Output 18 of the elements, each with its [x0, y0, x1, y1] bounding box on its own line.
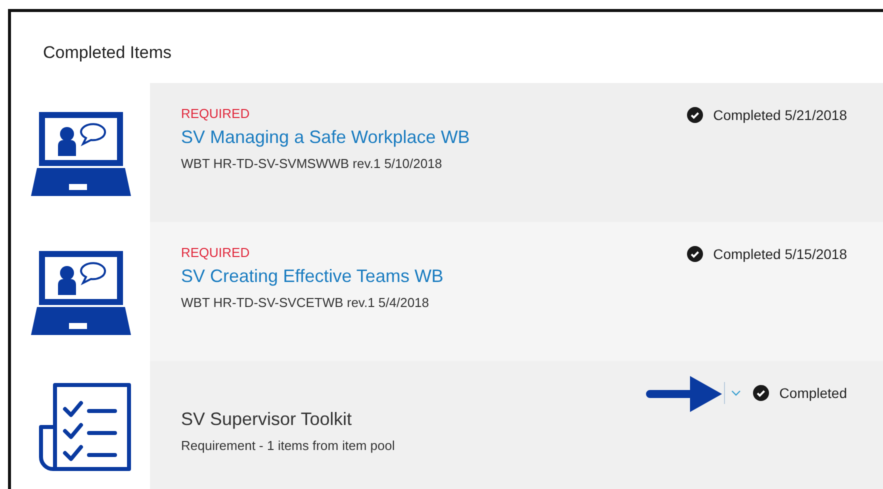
course-details: WBT HR-TD-SV-SVCETWB rev.1 5/4/2018 [181, 295, 430, 310]
completion-status: Completed 5/15/2018 [713, 246, 847, 262]
course-details: Requirement - 1 items from item pool [181, 438, 396, 452]
check-circle-icon [753, 385, 770, 401]
check-circle-icon [687, 107, 704, 123]
course-details: WBT HR-TD-SV-SVMSWWB rev.1 5/10/2018 [181, 156, 444, 171]
completion-status: Completed 5/21/2018 [713, 107, 847, 123]
course-title-link[interactable]: SV Creating Effective Teams WB [181, 266, 688, 287]
laptop-icon [30, 248, 130, 334]
course-title: SV Supervisor Toolkit [181, 408, 353, 430]
check-circle-icon [687, 246, 704, 262]
chevron-down-icon [731, 390, 742, 396]
course-title-link[interactable]: SV Managing a Safe Workplace WB [181, 127, 688, 148]
required-label: REQUIRED [181, 245, 251, 260]
laptop-icon [30, 110, 130, 196]
completion-status: Completed [779, 385, 847, 401]
section-title: Completed Items [42, 42, 172, 64]
required-label: REQUIRED [181, 106, 251, 121]
